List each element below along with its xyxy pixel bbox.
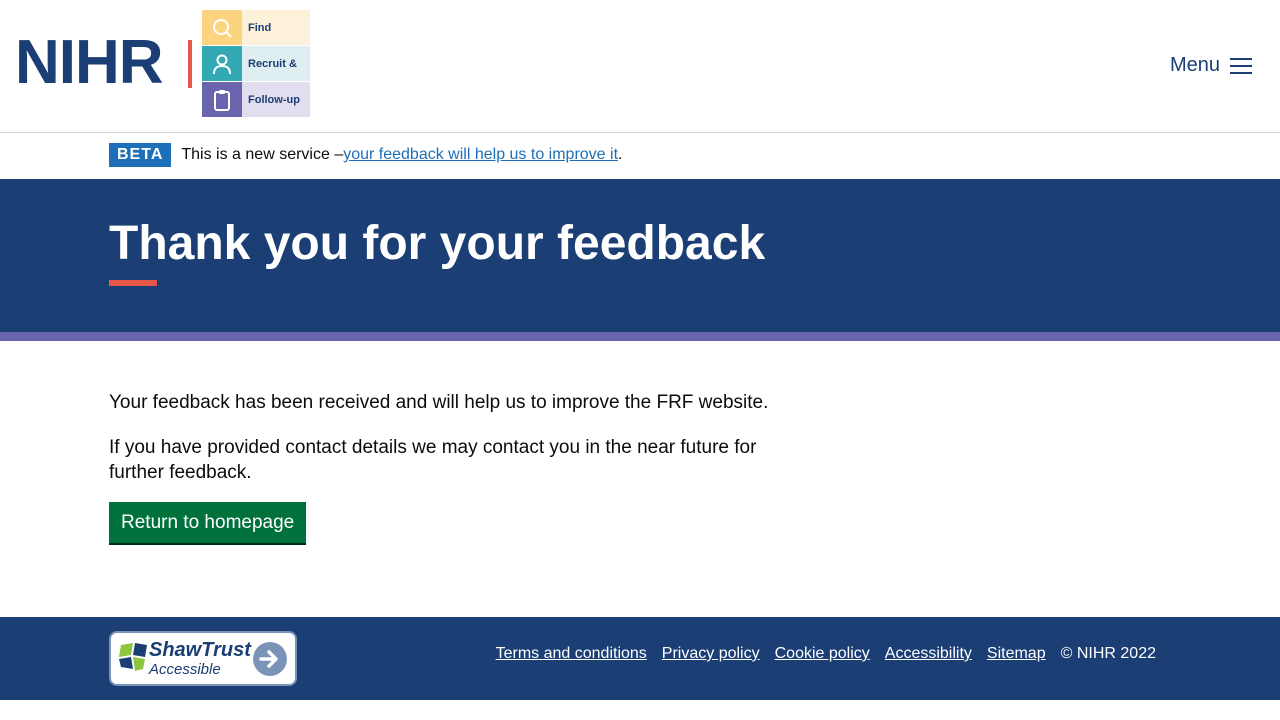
logo-tile-label: Recruit & [242,46,310,81]
logo-divider [188,40,192,88]
logo-tile-label: Find [242,10,310,45]
contact-text: If you have provided contact details we … [109,437,757,483]
feedback-link[interactable]: your feedback will help us to improve it [343,146,618,164]
terms-link[interactable]: Terms and conditions [496,645,647,663]
arrow-right-icon [253,642,287,676]
nihr-wordmark: NIHR [15,28,164,97]
cookie-link[interactable]: Cookie policy [775,645,870,663]
footer-nav: Terms and conditions Privacy policy Cook… [496,645,1156,663]
title-underline [109,280,157,286]
frf-logo-tiles: Find Recruit & Follow-up [202,10,310,117]
accessibility-link[interactable]: Accessibility [885,645,972,663]
menu-button[interactable]: Menu [1170,54,1252,77]
return-to-homepage-button[interactable]: Return to homepage [109,502,307,543]
page-title: Thank you for your feedback [109,217,766,270]
nihr-logo[interactable]: NIHR Find Recruit & Follow-up [15,10,315,117]
beta-text: This is a new service – [181,146,344,163]
beta-suffix: . [618,146,623,163]
badge-subtitle: Accessible [149,661,221,678]
hamburger-icon [1230,57,1252,74]
hero-stripe [0,332,1280,341]
main-content: Your feedback has been received and will… [109,390,789,543]
confirmation-text: Your feedback has been received and will… [109,392,769,413]
page-hero: Thank you for your feedback [0,179,1280,332]
menu-label: Menu [1169,54,1220,76]
privacy-link[interactable]: Privacy policy [662,645,760,663]
logo-tile-find: Find [202,10,310,45]
search-icon [202,10,242,45]
logo-tile-recruit: Recruit & [202,46,310,81]
clipboard-icon [202,82,242,117]
logo-tile-label: Follow-up [242,82,310,117]
badge-title: ShawTrust [149,639,251,661]
phase-banner: BETA This is a new service – your feedba… [0,133,1280,179]
copyright: © NIHR 2022 [1060,645,1156,662]
person-icon [202,46,242,81]
beta-tag: BETA [109,143,172,167]
site-header: NIHR Find Recruit & Follow-up Menu [0,0,1280,133]
shaw-trust-logo-icon [119,643,147,671]
shaw-trust-badge[interactable]: ShawTrust Accessible [109,631,297,686]
logo-tile-follow-up: Follow-up [202,82,310,117]
sitemap-link[interactable]: Sitemap [987,645,1046,663]
site-footer: ShawTrust Accessible Terms and condition… [0,617,1280,700]
